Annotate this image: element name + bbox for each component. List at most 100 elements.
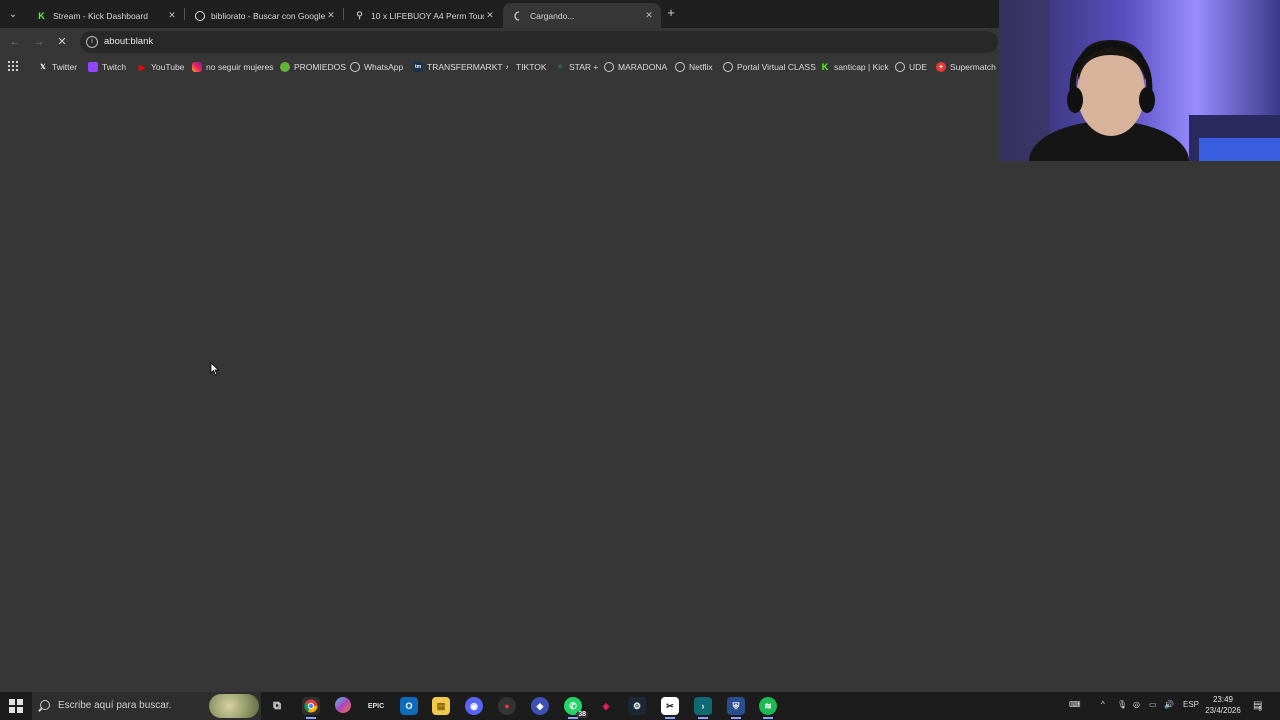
bookmark-label: STAR + — [569, 62, 599, 72]
capcut-icon[interactable]: ✂ — [661, 697, 679, 719]
bookmark-label: YouTube — [151, 62, 185, 72]
mouse-cursor-icon — [210, 362, 220, 376]
bookmark-label: TIKTOK — [516, 62, 547, 72]
globe-icon — [675, 62, 685, 72]
bookmark-youtube[interactable]: ▶ YouTube — [137, 60, 184, 74]
bookmark-tiktok[interactable]: ♪ TIKTOK — [502, 60, 547, 74]
site-info-icon[interactable]: i — [86, 36, 98, 48]
volume-icon[interactable]: 🔊 — [1164, 700, 1174, 709]
new-tab-button[interactable]: + — [664, 6, 678, 20]
spotify-icon[interactable]: ≋ — [759, 697, 777, 719]
bookmark-label: Portal Virtual CLASS — [737, 62, 816, 72]
google-icon — [195, 10, 205, 21]
bookmark-portal-virtual-class[interactable]: Portal Virtual CLASS — [723, 60, 816, 74]
camera-icon[interactable]: ◎ — [1133, 700, 1140, 709]
bookmark-supermatch[interactable]: + Supermatch — [936, 60, 996, 74]
clock-date: 23/4/2026 — [1205, 706, 1241, 715]
taskbar-clock[interactable]: 23:49 23/4/2026 — [1200, 694, 1246, 716]
notification-count: 5 — [1258, 707, 1262, 713]
supermatch-icon: + — [936, 62, 946, 72]
copilot-icon[interactable] — [335, 697, 351, 713]
bookmark-santicap-kick[interactable]: K santicap | Kick — [820, 60, 889, 74]
bookmark-instagram[interactable]: no seguir mujeres — [192, 60, 274, 74]
taskbar-search-box[interactable]: Escribe aquí para buscar. — [32, 692, 261, 720]
bookmark-label: Twitch — [102, 62, 127, 72]
bookmark-promiedos[interactable]: PROMIEDOS — [280, 60, 346, 74]
bookmark-twitch[interactable]: Twitch — [88, 60, 126, 74]
bookmark-label: WhatsApp — [364, 62, 404, 72]
link-icon: ⚲ — [356, 10, 363, 20]
app-teal-icon[interactable]: › — [694, 697, 712, 719]
tab-close-icon[interactable]: ✕ — [484, 10, 496, 21]
back-arrow-icon[interactable]: ← — [8, 35, 22, 49]
tab-lifebuoy[interactable]: ⚲ 10 x LIFEBUOY A4 Perm Touch Pe ✕ — [344, 3, 502, 28]
bookmark-label: no seguir mujeres — [206, 62, 274, 72]
tab-close-icon[interactable]: ✕ — [325, 10, 337, 21]
battle-net-icon[interactable]: ◆ — [531, 697, 549, 715]
bookmark-twitter[interactable]: 𝕏 Twitter — [38, 60, 77, 74]
steam-icon[interactable]: ⚙ — [628, 697, 646, 715]
globe-icon — [350, 62, 360, 72]
tab-google-search[interactable]: bibliorato - Buscar con Google ✕ — [185, 3, 343, 28]
tab-title: bibliorato - Buscar con Google — [211, 10, 325, 21]
tab-title: Stream - Kick Dashboard — [53, 10, 148, 21]
tab-search-button[interactable]: ⌄ — [4, 5, 22, 23]
x-icon: 𝕏 — [40, 64, 46, 71]
outlook-icon[interactable]: O — [400, 697, 418, 715]
tab-loading[interactable]: Cargando... ✕ — [503, 3, 661, 28]
notifications-icon[interactable]: ▤5 — [1253, 700, 1266, 713]
bookmark-label: Netflix — [689, 62, 713, 72]
bookmark-label: santicap | Kick — [834, 62, 889, 72]
bookmark-maradona[interactable]: MARADONA — [604, 60, 667, 74]
youtube-icon: ▶ — [138, 62, 146, 72]
kick-icon: K — [821, 62, 829, 72]
whatsapp-unread-badge: 38 — [576, 711, 588, 718]
tab-title: 10 x LIFEBUOY A4 Perm Touch Pe — [371, 10, 484, 21]
page-content[interactable] — [0, 78, 1280, 692]
tab-close-icon[interactable]: ✕ — [643, 10, 655, 21]
twitch-icon — [88, 62, 98, 72]
streamer-webcam-image — [999, 0, 1280, 161]
bookmark-label: MARADONA — [618, 62, 668, 72]
tab-kick-dashboard[interactable]: K Stream - Kick Dashboard ✕ — [26, 3, 184, 28]
bookmark-transfermarkt[interactable]: tm TRANSFERMARKT — [413, 60, 503, 74]
task-view-icon[interactable]: ⧉ — [268, 697, 286, 715]
keyboard-icon[interactable]: ⌨ — [1069, 700, 1081, 709]
discord-icon[interactable]: ◉ — [465, 697, 483, 715]
microphone-icon[interactable]: 🎙 — [1117, 700, 1127, 709]
clock-time: 23:49 — [1212, 695, 1234, 704]
chrome-icon[interactable] — [302, 697, 320, 719]
file-explorer-icon[interactable]: ▤ — [432, 697, 450, 715]
windows-start-icon[interactable] — [9, 699, 23, 713]
apps-grid-icon[interactable] — [8, 61, 18, 71]
transfermarkt-icon: tm — [413, 62, 423, 72]
bookmark-star-plus[interactable]: ✶ STAR + — [555, 60, 598, 74]
stop-loading-icon[interactable]: ✕ — [55, 35, 69, 49]
browser-toolbar: ← → ✕ i about:blank — [0, 28, 1000, 56]
whatsapp-icon[interactable]: ✆ 38 — [564, 697, 588, 719]
bookmark-label: Supermatch — [950, 62, 996, 72]
windows-taskbar: Escribe aquí para buscar. ⧉ EPIC O ▤ ◉ ●… — [0, 692, 1280, 720]
bookmark-whatsapp[interactable]: WhatsApp — [350, 60, 403, 74]
bookmark-ude[interactable]: UDE — [895, 60, 927, 74]
bookmark-label: UDE — [909, 62, 927, 72]
address-bar[interactable]: i about:blank — [80, 31, 998, 53]
globe-icon — [604, 62, 614, 72]
chevron-up-icon[interactable]: ^ — [1101, 700, 1105, 709]
taskbar-search-placeholder: Escribe aquí para buscar. — [58, 700, 172, 711]
tiktok-icon: ♪ — [505, 63, 509, 71]
search-icon — [40, 700, 50, 710]
promiedos-icon — [280, 62, 290, 72]
address-text[interactable]: about:blank — [104, 36, 153, 47]
language-indicator[interactable]: ESP — [1183, 700, 1199, 709]
tab-close-icon[interactable]: ✕ — [166, 10, 178, 21]
app-pink-icon[interactable]: ◈ — [597, 697, 615, 715]
network-icon[interactable]: ▭ — [1149, 700, 1157, 709]
bookmark-netflix[interactable]: Netflix — [675, 60, 713, 74]
tab-title: Cargando... — [530, 10, 575, 21]
bookmark-label: PROMIEDOS — [294, 62, 346, 72]
shield-app-icon[interactable]: ⛨ — [727, 697, 745, 719]
obs-icon[interactable]: ● — [498, 697, 516, 715]
epic-games-icon[interactable]: EPIC — [367, 697, 385, 715]
forward-arrow-icon[interactable]: → — [32, 35, 46, 49]
